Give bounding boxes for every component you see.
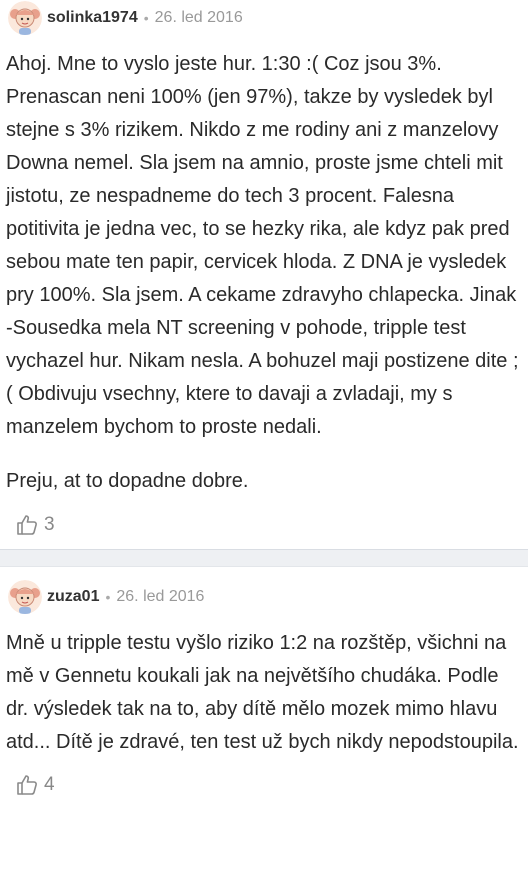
comment: solinka1974 • 26. led 2016 Ahoj. Mne to … [0,0,528,545]
comment-date: 26. led 2016 [154,9,243,26]
comment-text: Mně u tripple testu vyšlo riziko 1:2 na … [6,632,519,753]
like-count: 3 [44,514,55,535]
author-name[interactable]: zuza01 [47,588,99,606]
avatar-icon[interactable] [8,580,42,614]
like-button[interactable]: 4 [0,765,528,805]
comment-text: Preju, at to dopadne dobre. [6,470,249,492]
comment-date: 26. led 2016 [116,588,205,605]
meta-separator: • [143,10,149,26]
comment-divider [0,549,528,567]
author-name[interactable]: solinka1974 [47,9,138,27]
comment-header: zuza01 • 26. led 2016 [0,579,528,615]
like-button[interactable]: 3 [0,505,528,545]
thumbs-up-icon [17,515,37,535]
comment-text: Ahoj. Mne to vyslo jeste hur. 1:30 :( Co… [6,53,519,438]
meta-separator: • [105,589,111,605]
comment: zuza01 • 26. led 2016 Mně u tripple test… [0,579,528,805]
comment-header: solinka1974 • 26. led 2016 [0,0,528,36]
thumbs-up-icon [17,775,37,795]
like-count: 4 [44,774,55,795]
avatar-icon[interactable] [8,1,42,35]
